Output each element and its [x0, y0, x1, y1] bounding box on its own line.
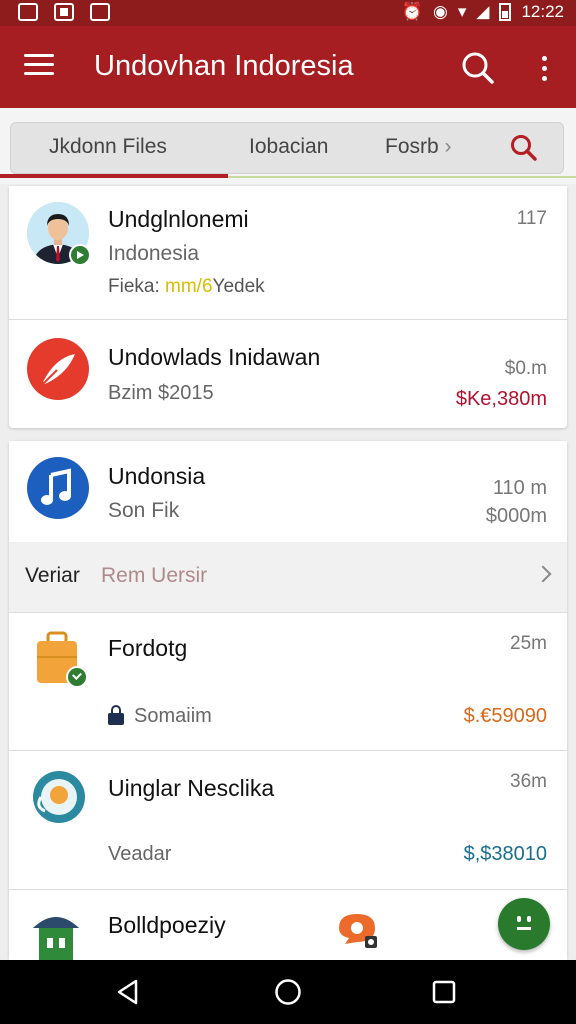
notification-mail-icon: [90, 3, 110, 21]
list-item-subtitle: Veadar: [108, 843, 172, 865]
navigation-bar: [0, 960, 576, 1024]
list-item-price: $Ke,380m: [455, 388, 547, 410]
search-icon[interactable]: [460, 50, 496, 86]
list-item[interactable]: Bolldpoeziy: [9, 890, 567, 960]
clock: 12:22: [521, 2, 564, 21]
list-item-title: Undowlads Inidawan: [108, 344, 321, 370]
active-tab-indicator: [0, 174, 228, 178]
notification-square-icon: [54, 3, 74, 21]
list-item-title: Undglnlonemi: [108, 206, 249, 232]
detail-suffix: Yedek: [212, 276, 265, 297]
tab-fosrb[interactable]: Fosrb ›: [385, 135, 452, 159]
check-badge-icon: [66, 666, 88, 688]
teal-globe-icon: [33, 771, 85, 823]
tab-iobacian[interactable]: Iobacian: [249, 135, 328, 159]
system-icons: ⏰ ◉ ▾ ◢ 12:22: [402, 2, 564, 22]
list-item[interactable]: Undowlads Inidawan Bzim $2015 $0.m $Ke,3…: [9, 320, 567, 426]
orange-chat-icon[interactable]: [335, 910, 381, 950]
sync-icon: ◉: [432, 2, 448, 21]
list-item-meta: $0.m: [504, 358, 547, 379]
battery-icon: [499, 3, 512, 21]
tab-area: Jkdonn Files Iobacian Fosrb ›: [0, 108, 576, 184]
list-item-subtitle: Indonesia: [108, 242, 200, 265]
recents-icon[interactable]: [428, 976, 460, 1008]
list-item-title: Uinglar Nesclika: [108, 775, 275, 801]
notification-icons: [18, 3, 110, 21]
house-icon: [33, 917, 79, 960]
chevron-right-icon: [534, 565, 552, 583]
network-icon: ◢: [476, 2, 490, 21]
music-note-icon: [27, 457, 89, 519]
tab-divider: [228, 176, 576, 178]
tab-fosrb-label: Fosrb: [385, 135, 439, 158]
list-item-meta: 25m: [510, 633, 547, 654]
list-item-title: Bolldpoeziy: [108, 912, 226, 938]
red-feather-icon: [27, 338, 89, 400]
list-item-title: Undonsia: [108, 463, 206, 489]
list-item[interactable]: Undonsia Son Fik 110 m $000m: [9, 441, 567, 542]
list-item-meta: 110 m: [492, 477, 547, 499]
section-header-label: Veriar: [25, 564, 80, 587]
app-title: Undovhan Indoresia: [94, 50, 354, 82]
smile-fab-icon[interactable]: [498, 898, 550, 950]
home-icon[interactable]: [272, 976, 304, 1008]
list-item-price: $000m: [485, 505, 547, 527]
signal-icon: ▾: [457, 2, 467, 21]
status-bar: ⏰ ◉ ▾ ◢ 12:22: [0, 0, 576, 26]
list-item-price: $.€59090: [463, 705, 547, 727]
play-badge-icon: [69, 244, 91, 266]
list-item[interactable]: Undglnlonemi Indonesia Fieka: mm/6Yedek …: [9, 186, 567, 319]
more-vert-icon[interactable]: [530, 50, 558, 86]
section-header-sublabel: Rem Uersir: [101, 564, 208, 587]
detail-highlight: mm/6: [165, 276, 213, 297]
lock-icon: [108, 705, 124, 725]
tab-files[interactable]: Jkdonn Files: [49, 135, 167, 159]
list-card-main: Undonsia Son Fik 110 m $000m Veriar Rem …: [9, 441, 567, 960]
list-item-meta: 36m: [510, 771, 547, 792]
list-item-subtitle: Somaiim: [134, 705, 212, 727]
list-item-price: $,$38010: [463, 843, 547, 865]
list-item-detail: Fieka: mm/6Yedek: [108, 276, 265, 298]
detail-prefix: Fieka:: [108, 276, 166, 297]
menu-icon[interactable]: [24, 54, 54, 78]
list-item-subtitle: Bzim $2015: [108, 382, 214, 404]
section-header[interactable]: Veriar Rem Uersir: [9, 542, 567, 612]
list-item[interactable]: Uinglar Nesclika Veadar 36m $,$38010: [9, 751, 567, 889]
list-item-meta: 117: [516, 208, 547, 229]
notification-image-icon: [18, 3, 38, 21]
list-card-top: Undglnlonemi Indonesia Fieka: mm/6Yedek …: [9, 186, 567, 428]
tab-bar: Jkdonn Files Iobacian Fosrb ›: [10, 122, 564, 174]
list-item[interactable]: Fordotg Somaiim 25m $.€59090: [9, 613, 567, 750]
list-item-subtitle: Son Fik: [108, 499, 180, 522]
alarm-icon: ⏰: [401, 2, 423, 21]
chevron-right-icon: ›: [444, 135, 452, 158]
back-icon[interactable]: [112, 976, 144, 1008]
tab-search-icon[interactable]: [509, 133, 539, 163]
app-bar: Undovhan Indoresia: [0, 26, 576, 108]
list-item-title: Fordotg: [108, 635, 188, 661]
